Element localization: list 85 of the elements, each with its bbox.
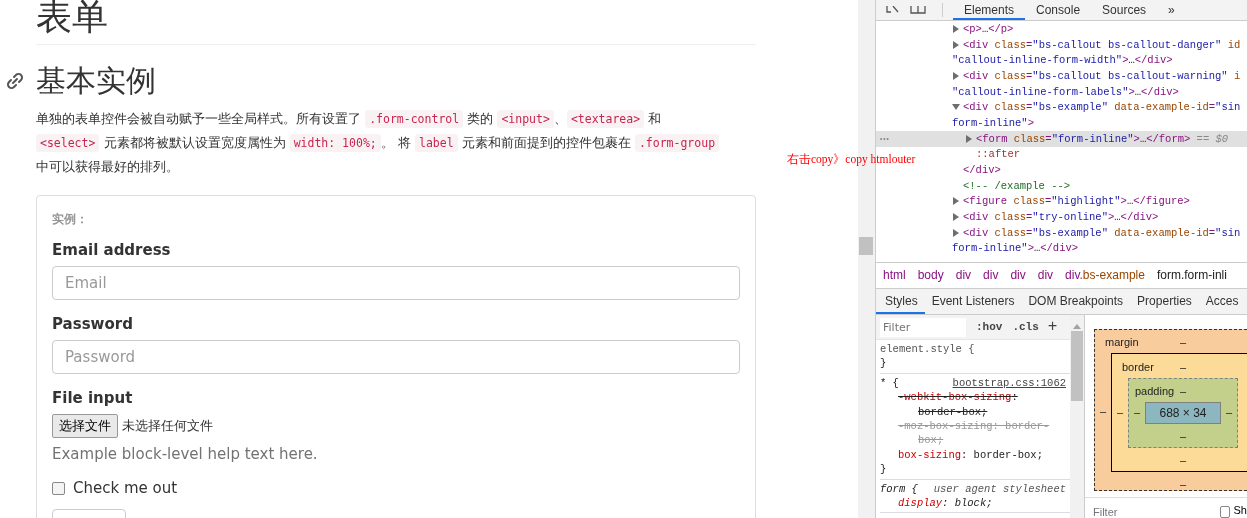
dom-node-text[interactable]: <div class="try-online">…</div> — [963, 211, 1159, 224]
field-label: Password — [52, 314, 133, 335]
intro-paragraph: 单独的表单控件会被自动赋予一些全局样式。所有设置了 .form-control 类的 <input> 、 <textarea> 和 <select> 元素都将被默认设置宽度属性为 width: 100%; 。 将 label 元素和前面提到的控件包裹在 .form-group 中可以获得最好的排列。 — [36, 107, 756, 179]
closing-brace: } — [880, 462, 888, 477]
box-value: – — [1179, 384, 1187, 399]
dom-node-text[interactable]: <figure class="highlight">…</figure> — [963, 195, 1190, 208]
devtools-tab[interactable]: Elements — [953, 0, 1026, 20]
choose-file-button[interactable]: 选择文件 — [52, 414, 118, 438]
example-caption: 实例： — [52, 211, 89, 227]
css-selector: * { — [880, 375, 899, 391]
content-box: 688 × 34 — [1145, 402, 1221, 424]
devtools-tab[interactable]: Console — [1025, 0, 1092, 20]
box-label: border — [1122, 360, 1154, 375]
box-value: – — [1179, 360, 1187, 375]
inspect-icon[interactable] — [886, 6, 900, 14]
annotation-text: 右击copy》copy htmlouter — [787, 152, 916, 167]
css-property: display: block; — [897, 496, 994, 511]
panel-tab[interactable]: Event Listeners — [924, 289, 1022, 314]
box-value: – — [1179, 335, 1187, 350]
box-label: padding — [1135, 384, 1175, 399]
dom-node-text[interactable]: <div class="bs-example" data-example-id="sin — [963, 226, 1241, 239]
help-text: Example block-level help text here. — [52, 444, 318, 464]
box-value: – — [1115, 405, 1125, 418]
css-property: -webkit-box-sizing: border-box; — [897, 390, 1019, 420]
css-property: -moz-box-sizing: border-box; — [897, 419, 1051, 448]
expand-triangle-icon[interactable] — [952, 71, 960, 80]
dom-node-text[interactable]: form-inline"> — [952, 116, 1034, 129]
input-field[interactable]: Email — [52, 266, 740, 300]
input-field[interactable]: Password — [52, 340, 740, 374]
field-label: Email address — [52, 240, 171, 261]
device-icon[interactable] — [910, 6, 926, 14]
breadcrumb-item[interactable]: html — [877, 263, 912, 288]
box-value: – — [1178, 477, 1188, 492]
css-selector: element.style { — [880, 342, 975, 357]
dom-node-text[interactable]: <div class="bs-callout bs-callout-danger" id — [963, 38, 1241, 51]
breadcrumb-item[interactable]: div — [1031, 263, 1060, 288]
more-tabs-button[interactable]: » — [1157, 0, 1186, 20]
checkbox-label: Check me out — [73, 479, 178, 497]
scrollbar-thumb[interactable] — [859, 237, 873, 255]
dom-node-text[interactable]: <div class="bs-callout bs-callout-warning" i — [963, 69, 1241, 82]
dom-node-text[interactable]: </div> — [963, 164, 1001, 177]
panel-tab[interactable]: Properties — [1130, 289, 1199, 314]
box-label: margin — [1105, 335, 1139, 350]
css-property: box-sizing: border-box; — [897, 447, 1044, 463]
box-value: – — [1224, 405, 1234, 418]
file-status: 未选择任何文件 — [122, 417, 213, 435]
breadcrumb-item[interactable]: div — [949, 263, 978, 288]
filter-field[interactable]: Filter — [880, 317, 966, 337]
dom-node-text[interactable]: ::after — [976, 148, 1021, 161]
breadcrumb-item[interactable]: body — [911, 263, 950, 288]
devtools-tab[interactable]: Sources — [1091, 0, 1158, 20]
box-value: – — [1178, 429, 1188, 444]
closing-brace: } — [880, 356, 888, 371]
box-value: – — [1178, 453, 1188, 468]
scrollbar-thumb[interactable] — [1071, 331, 1083, 401]
dom-node-text[interactable]: <div class="bs-example" data-example-id="sin — [963, 101, 1241, 114]
hover-state-button[interactable]: :hov — [976, 321, 1003, 333]
panel-tab[interactable]: DOM Breakpoints — [1021, 289, 1131, 314]
box-value: – — [1132, 405, 1142, 418]
breadcrumb-item[interactable]: div — [1004, 263, 1032, 288]
new-rule-button[interactable]: + — [1047, 318, 1058, 336]
section-heading: 基本实例 — [36, 62, 156, 100]
checkbox[interactable] — [52, 481, 65, 495]
collapse-triangle-icon[interactable] — [952, 103, 960, 112]
dom-node-text[interactable]: form-inline">…</div> — [952, 242, 1079, 255]
breadcrumb-item[interactable]: div.bs-example — [1059, 263, 1151, 288]
source-label: user agent stylesheet — [933, 481, 1066, 497]
expand-triangle-icon[interactable] — [965, 134, 973, 143]
dom-node-text[interactable]: <form class="form-inline">…</form> == $0 — [976, 132, 1229, 145]
dom-node-text[interactable]: <!-- /example --> — [963, 179, 1071, 192]
dom-node-text[interactable]: "callout-inline-form-width">…</div> — [952, 54, 1173, 67]
box-value: – — [1098, 405, 1108, 417]
dom-node-text[interactable]: <p>…</p> — [963, 22, 1014, 35]
link-icon[interactable] — [5, 71, 25, 91]
breadcrumb-item[interactable]: div — [977, 263, 1005, 288]
class-button[interactable]: .cls — [1012, 321, 1039, 333]
source-link[interactable]: bootstrap.css:1062 — [952, 375, 1066, 391]
panel-tab[interactable]: Acces — [1198, 289, 1246, 314]
panel-tab[interactable]: Styles — [876, 289, 925, 314]
checkbox[interactable] — [1220, 506, 1230, 518]
checkbox-label: Sh — [1233, 504, 1247, 517]
dom-node-text[interactable]: "callout-inline-form-labels">…</div> — [952, 85, 1179, 98]
field-label: File input — [52, 388, 133, 409]
page-title: 表单 — [36, 0, 109, 39]
css-selector: form { — [880, 481, 918, 497]
